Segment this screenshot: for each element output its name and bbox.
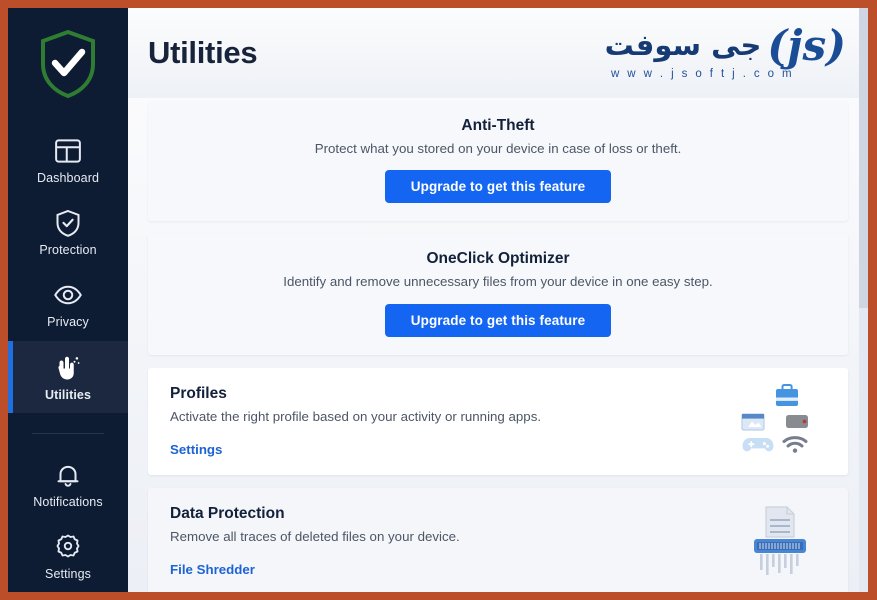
application-window: Dashboard Protection Privacy Utilities N… [8,8,868,592]
sidebar-item-dashboard[interactable]: Dashboard [8,125,128,197]
card-description: Protect what you stored on your device i… [314,141,682,156]
sidebar-item-label: Protection [39,243,97,258]
card-title: Anti-Theft [461,117,535,134]
page-title: Utilities [148,35,258,70]
app-logo [8,8,128,125]
card-description: Activate the right profile based on your… [170,408,542,424]
sidebar-item-protection[interactable]: Protection [8,197,128,269]
sidebar-item-notifications[interactable]: Notifications [8,448,128,520]
card-description: Identify and remove unnecessary files fr… [283,274,713,290]
utilities-card-list: Anti-Theft Protect what you stored on yo… [128,98,868,592]
gear-icon [53,532,83,562]
main-content: Utilities جی سوفت (js) w w w . j s o f t… [128,8,868,592]
watermark-row: جی سوفت (js) [604,20,846,70]
bell-icon [53,460,83,490]
watermark-logo: جی سوفت (js) w w w . j s o f t j . c o m [604,20,846,80]
sidebar-item-label: Dashboard [36,171,100,186]
card-description: Remove all traces of deleted files on yo… [170,528,460,544]
watermark-js-mark: (js) [767,20,846,70]
sidebar-item-privacy[interactable]: Privacy [8,269,128,341]
sidebar-item-label: Privacy [47,315,89,330]
profiles-settings-link[interactable]: Settings [170,442,222,457]
hand-tools-icon [53,353,83,383]
sidebar-navigation: Dashboard Protection Privacy Utilities N… [8,8,128,592]
card-anti-theft: Anti-Theft Protect what you stored on yo… [148,101,848,222]
watermark-arabic-text: جی سوفت [604,28,762,63]
vertical-scrollbar-track[interactable] [859,8,868,592]
sidebar-divider [32,432,104,434]
watermark-url: w w w . j s o f t j . c o m [610,67,794,80]
window-frame: Dashboard Protection Privacy Utilities N… [0,0,877,600]
upgrade-button-anti-theft[interactable]: Upgrade to get this feature [384,170,612,204]
wifi-icon [782,436,808,454]
card-data-protection: Data Protection Remove all traces of del… [148,487,848,592]
card-title: Profiles [170,384,227,402]
dashboard-layout-icon [53,136,83,166]
card-title: OneClick Optimizer [426,250,570,268]
sidebar-item-settings[interactable]: Settings [8,520,128,592]
file-shredder-link[interactable]: File Shredder [170,562,255,577]
shield-check-icon [37,28,99,105]
vertical-scrollbar-thumb[interactable] [859,8,868,308]
card-profiles: Profiles Activate the right profile base… [148,367,848,475]
sidebar-item-utilities[interactable]: Utilities [8,340,128,413]
gamepad-icon [742,438,774,452]
card-oneclick-optimizer: OneClick Optimizer Identify and remove u… [148,234,848,355]
eye-icon [53,280,83,310]
card-title: Data Protection [170,504,285,522]
upgrade-button-oneclick-optimizer[interactable]: Upgrade to get this feature [384,303,612,337]
shield-check-icon [53,208,83,238]
sidebar-item-label: Notifications [33,494,103,509]
sidebar-item-label: Settings [45,566,91,581]
page-header: Utilities جی سوفت (js) w w w . j s o f t… [128,8,868,98]
sidebar-item-label: Utilities [44,387,92,402]
